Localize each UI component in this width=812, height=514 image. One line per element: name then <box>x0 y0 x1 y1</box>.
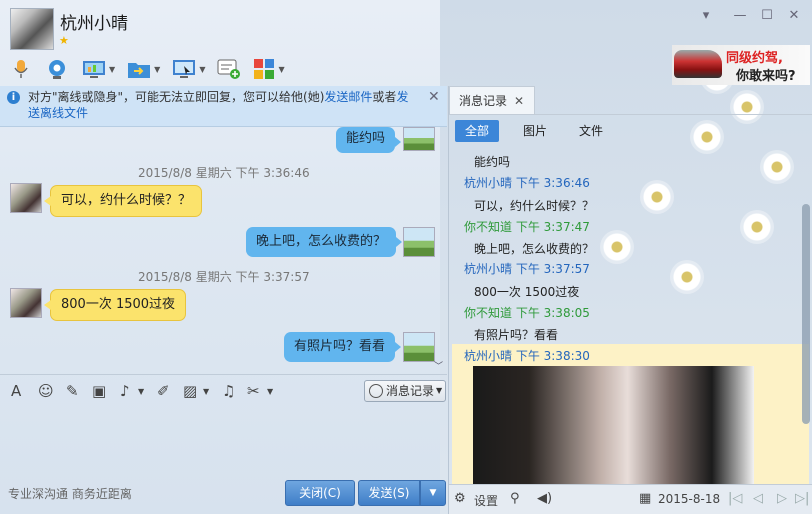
history-sender-line: 杭州小晴 下午 3:36:46 <box>464 176 590 190</box>
webcam-icon[interactable] <box>46 58 68 80</box>
close-notice-icon[interactable]: ✕ <box>428 89 440 105</box>
ad-line2: 你敢来吗? <box>736 69 796 84</box>
message-bubble-sent[interactable]: 有照片吗？看看 <box>284 332 402 362</box>
history-message: 可以，约什么时候？？ <box>474 199 595 213</box>
tab-message-history[interactable]: 消息记录 ✕ <box>449 86 535 115</box>
speaker-icon[interactable]: ◀) <box>537 491 552 506</box>
timestamp: 2015/8/8 星期六 下午 3:36:46 <box>138 166 310 180</box>
gear-icon[interactable]: ⚙ <box>454 491 466 506</box>
contact-name: 杭州小晴 <box>60 14 128 34</box>
divider <box>449 114 812 115</box>
message-bubble-sent[interactable]: 晚上吧，怎么收费的？ <box>246 227 403 257</box>
my-avatar[interactable] <box>403 227 435 257</box>
chevron-down-icon[interactable]: ▼ <box>154 65 160 74</box>
history-button-label: 消息记录 <box>386 384 435 398</box>
photo-attachment[interactable] <box>473 366 754 486</box>
image-icon[interactable]: ▨ <box>183 382 197 400</box>
remote-desktop-icon[interactable] <box>172 58 196 80</box>
chevron-down-icon[interactable]: ▼ <box>109 65 115 74</box>
chevron-down-icon: ▼ <box>436 386 443 395</box>
tab-label: 消息记录 <box>459 94 508 108</box>
ad-banner[interactable]: 同级约驾, 你敢来吗? <box>672 45 810 85</box>
music-icon[interactable]: ♫ <box>222 382 235 400</box>
microphone-icon[interactable] <box>10 58 32 80</box>
file-transfer-icon[interactable] <box>127 58 151 80</box>
close-tab-icon[interactable]: ✕ <box>514 87 524 115</box>
history-message: 能约吗 <box>474 155 511 169</box>
car-image <box>674 50 722 78</box>
maximize-button[interactable]: ☐ <box>757 7 777 25</box>
chevron-down-icon[interactable]: ▼ <box>278 65 284 74</box>
message-bubble-received[interactable]: 可以，约什么时候？？ <box>43 185 203 217</box>
history-panel: 消息记录 ✕ 全部 图片 文件 能约吗 杭州小晴 下午 3:36:46 可以，约… <box>448 86 812 514</box>
edit-icon[interactable]: ✐ <box>157 382 170 400</box>
history-sender-line: 你不知道 下午 3:38:05 <box>464 306 590 320</box>
history-message: 晚上吧，怎么收费的？ <box>474 242 595 256</box>
notice-text: 对方"离线或隐身"，可能无法立即回复，您可以给他(她)发送邮件或者发送离线文件 <box>28 89 420 121</box>
history-scrollbar[interactable] <box>802 146 810 486</box>
timestamp: 2015/8/8 星期六 下午 3:37:57 <box>138 270 310 284</box>
my-avatar[interactable] <box>403 127 435 151</box>
toolbar: ▼ ▼ ▼ ▼ <box>10 57 285 81</box>
contact-avatar-small[interactable] <box>10 288 42 318</box>
history-message: 有照片吗？看看 <box>474 328 559 342</box>
filter-files[interactable]: 文件 <box>569 120 613 142</box>
input-toolbar: A ☺ ✎ ▣ ♪ ▼ ✐ ▨ ▼ ♫ ✂ ▼ 消息记录 ▼ <box>0 374 447 405</box>
message-bubble-sent[interactable]: 能约吗 <box>336 127 402 153</box>
notice-mid: 或者 <box>372 90 397 104</box>
history-sender-line: 杭州小晴 下午 3:37:57 <box>464 262 590 276</box>
chevron-down-icon[interactable]: ▼ <box>199 65 205 74</box>
ad-line1: 同级约驾, <box>726 51 783 66</box>
close-window-button[interactable]: ✕ <box>784 7 804 25</box>
info-icon: i <box>7 91 20 104</box>
send-button[interactable]: 发送(S) <box>358 480 420 506</box>
settings-label[interactable]: 设置 <box>474 492 498 509</box>
my-avatar[interactable] <box>403 332 435 362</box>
minimize-button[interactable]: — <box>730 7 750 25</box>
prev-page-icon[interactable]: ◁ <box>753 491 763 506</box>
scroll-down-icon[interactable]: ﹀ <box>434 359 443 372</box>
apps-grid-icon[interactable] <box>253 58 275 80</box>
last-page-icon[interactable]: ▷| <box>795 491 809 506</box>
offline-notice-bar: i 对方"离线或隐身"，可能无法立即回复，您可以给他(她)发送邮件或者发送离线文… <box>0 86 447 127</box>
screen-share-icon[interactable] <box>82 58 106 80</box>
search-icon[interactable]: ⚲ <box>510 491 520 506</box>
history-bottom-bar: ⚙ 设置 ⚲ ◀) ▦ 2015-8-18 |◁ ◁ ▷ ▷| <box>449 484 812 514</box>
next-page-icon[interactable]: ▷ <box>777 491 787 506</box>
font-icon[interactable]: A <box>11 382 21 400</box>
voice-message-icon[interactable]: ♪ <box>120 382 130 400</box>
calendar-icon[interactable]: ▦ <box>639 491 651 506</box>
menu-dropdown-icon[interactable]: ▾ <box>696 7 716 25</box>
chevron-down-icon[interactable]: ▼ <box>267 387 273 396</box>
star-icon: ★ <box>59 34 69 47</box>
first-page-icon[interactable]: |◁ <box>728 491 742 506</box>
slogan: 专业深沟通 商务近距离 <box>8 487 132 501</box>
chevron-down-icon[interactable]: ▼ <box>203 387 209 396</box>
chat-window: 杭州小晴 ★ ▾ — ☐ ✕ 同级约驾, 你敢来吗? ▼ ▼ ▼ ▼ i 对方"… <box>0 0 812 514</box>
notice-prefix: 对方"离线或隐身"，可能无法立即回复，您可以给他(她) <box>28 90 325 104</box>
video-clip-icon[interactable]: ▣ <box>92 382 106 400</box>
history-sender-line: 杭州小晴 下午 3:38:30 <box>464 349 590 363</box>
scissors-icon[interactable]: ✂ <box>247 382 260 400</box>
contact-avatar[interactable] <box>10 8 54 50</box>
chevron-down-icon[interactable]: ▼ <box>138 387 144 396</box>
contact-avatar-small[interactable] <box>10 183 42 213</box>
chat-area: 能约吗 2015/8/8 星期六 下午 3:36:46 可以，约什么时候？？ 晚… <box>0 127 447 372</box>
history-sender-line: 你不知道 下午 3:37:47 <box>464 220 590 234</box>
message-history-button[interactable]: 消息记录 ▼ <box>364 380 446 402</box>
history-date: 2015-8-18 <box>658 492 721 506</box>
send-email-link[interactable]: 发送邮件 <box>324 90 372 104</box>
clock-icon <box>369 384 383 398</box>
filter-all[interactable]: 全部 <box>455 120 500 142</box>
magic-wand-icon[interactable]: ✎ <box>66 382 79 400</box>
message-plus-icon[interactable] <box>217 58 241 80</box>
message-input[interactable] <box>0 405 447 480</box>
emoji-icon[interactable]: ☺ <box>38 382 54 400</box>
close-button[interactable]: 关闭(C) <box>285 480 355 506</box>
filter-images[interactable]: 图片 <box>513 120 557 142</box>
history-message: 800一次 1500过夜 <box>474 285 580 299</box>
message-bubble-received[interactable]: 800一次 1500过夜 <box>43 289 187 321</box>
scrollbar-thumb[interactable] <box>802 204 810 424</box>
send-options-dropdown[interactable]: ▼ <box>420 480 446 506</box>
